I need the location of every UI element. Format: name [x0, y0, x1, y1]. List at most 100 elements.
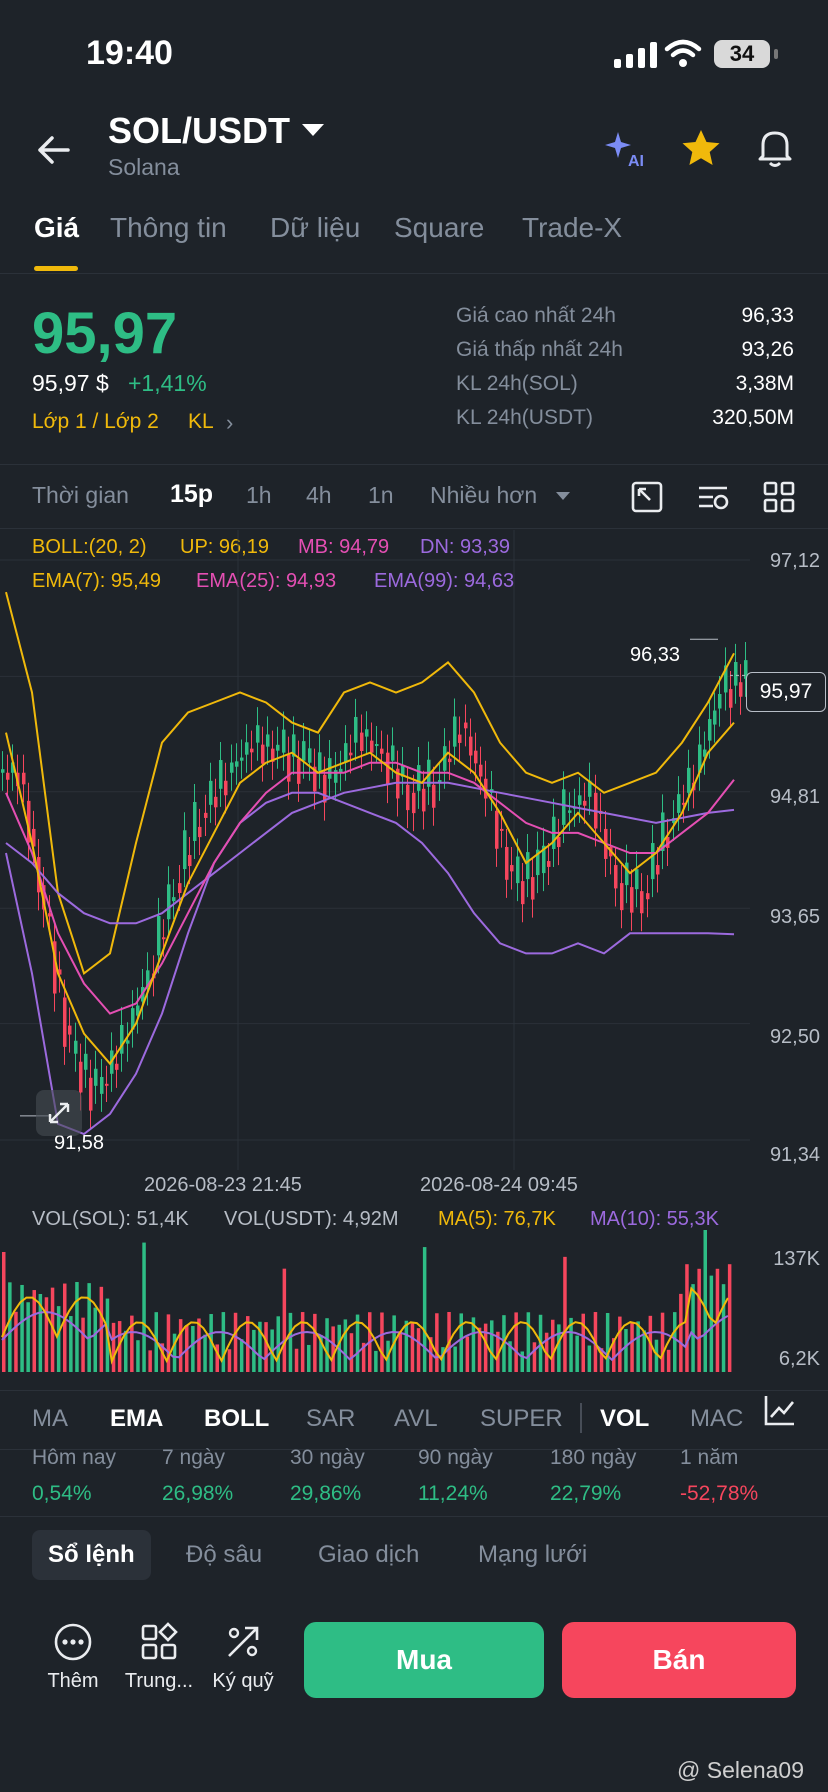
- kl-link[interactable]: KL: [188, 410, 214, 434]
- volume-bar: [203, 1334, 207, 1372]
- interval-1d[interactable]: 1n: [368, 482, 394, 509]
- volume-bar: [703, 1230, 707, 1372]
- candle: [1, 769, 5, 773]
- hub-label: Trung...: [124, 1670, 194, 1692]
- candle: [318, 752, 322, 771]
- volume-bar: [660, 1312, 665, 1372]
- pair-title[interactable]: SOL/USDT: [108, 110, 290, 152]
- tab-trades[interactable]: Giao dịch: [302, 1530, 435, 1580]
- y-axis-label: 97,12: [769, 550, 820, 572]
- candle: [349, 752, 353, 756]
- ind-tab-boll[interactable]: BOLL: [204, 1405, 269, 1433]
- candle: [656, 865, 660, 875]
- ind-tab-ema[interactable]: EMA: [110, 1405, 163, 1433]
- volume-bar: [239, 1339, 244, 1372]
- candle: [713, 710, 717, 725]
- expand-icon[interactable]: [36, 1090, 82, 1136]
- tab-price[interactable]: Giá: [34, 212, 79, 244]
- sell-button[interactable]: Bán: [562, 1622, 796, 1698]
- vol-y-label: 137K: [773, 1248, 820, 1270]
- chart-type-icon[interactable]: [762, 1392, 798, 1428]
- y-axis-label: 93,65: [769, 906, 820, 928]
- fullscreen-chart-icon[interactable]: [630, 480, 664, 514]
- margin-label: Ký quỹ: [212, 1670, 274, 1692]
- candle: [526, 852, 530, 880]
- interval-1h[interactable]: 1h: [246, 482, 272, 509]
- volume-bar: [679, 1293, 683, 1372]
- volume-bar: [264, 1322, 268, 1372]
- x-axis-label: 2026-08-24 09:45: [420, 1174, 578, 1196]
- active-tab-indicator: [34, 266, 78, 271]
- candle: [74, 1040, 78, 1054]
- layer-link[interactable]: Lớp 1 / Lớp 2: [32, 410, 159, 434]
- volume-bar: [294, 1348, 299, 1372]
- tab-square[interactable]: Square: [394, 212, 484, 244]
- perf-value: -52,78%: [680, 1482, 759, 1505]
- price-chart[interactable]: [0, 530, 828, 1170]
- ema99-line: [5, 781, 735, 925]
- status-time: 19:40: [86, 34, 173, 72]
- candle: [464, 722, 468, 729]
- chevron-down-icon[interactable]: [302, 124, 324, 136]
- volume-bar: [233, 1312, 238, 1372]
- more-button[interactable]: Thêm: [28, 1622, 118, 1693]
- ai-sparkle-icon[interactable]: AI: [604, 128, 648, 168]
- margin-button[interactable]: Ký quỹ: [198, 1622, 288, 1693]
- tab-order-book[interactable]: Sổ lệnh: [32, 1530, 151, 1580]
- candle: [287, 754, 291, 782]
- candle: [261, 744, 265, 764]
- ind-tab-sar[interactable]: SAR: [306, 1405, 355, 1433]
- candle: [198, 826, 202, 838]
- perf-label: Hôm nay: [32, 1446, 117, 1469]
- candle: [22, 772, 26, 785]
- divider: [580, 1403, 582, 1433]
- candle: [386, 752, 390, 786]
- candle: [219, 760, 223, 789]
- margin-icon: [228, 1626, 259, 1657]
- last-price: 95,97: [32, 301, 178, 366]
- volume-bar: [410, 1323, 415, 1372]
- grid-layout-icon[interactable]: [762, 480, 796, 514]
- hub-button[interactable]: Trung...: [114, 1622, 204, 1693]
- candle: [505, 846, 509, 880]
- candle: [323, 774, 327, 803]
- interval-4h[interactable]: 4h: [306, 482, 332, 509]
- volume-bar: [343, 1319, 348, 1372]
- tab-network[interactable]: Mạng lưới: [462, 1530, 603, 1580]
- volume-bar: [63, 1283, 67, 1372]
- ind-tab-super[interactable]: SUPER: [480, 1405, 563, 1433]
- volume-bar: [325, 1318, 329, 1372]
- back-arrow-icon[interactable]: [34, 130, 74, 170]
- ind-tab-vol[interactable]: VOL: [600, 1405, 649, 1433]
- favorite-star-icon[interactable]: [680, 128, 722, 168]
- candle: [718, 694, 722, 709]
- volume-bar: [483, 1323, 488, 1372]
- candle: [167, 884, 171, 920]
- perf-label: 30 ngày: [290, 1446, 365, 1469]
- interval-time[interactable]: Thời gian: [32, 482, 129, 509]
- chevron-right-icon[interactable]: ›: [226, 410, 233, 436]
- divider: [0, 464, 828, 465]
- volume-bar: [374, 1350, 378, 1372]
- ind-tab-ma[interactable]: MA: [32, 1405, 68, 1433]
- tab-depth[interactable]: Độ sâu: [170, 1530, 278, 1580]
- candle: [583, 800, 587, 806]
- tab-data[interactable]: Dữ liệu: [270, 212, 360, 244]
- chart-settings-icon[interactable]: [696, 480, 730, 514]
- ind-tab-macd[interactable]: MAC: [690, 1405, 743, 1433]
- x-axis-label: 2026-08-23 21:45: [144, 1174, 302, 1196]
- buy-button[interactable]: Mua: [304, 1622, 544, 1698]
- ind-tab-avl[interactable]: AVL: [394, 1405, 438, 1433]
- candle: [620, 883, 624, 911]
- tab-info[interactable]: Thông tin: [110, 212, 227, 244]
- bell-icon[interactable]: [756, 128, 794, 168]
- perf-value: 29,86%: [290, 1482, 362, 1505]
- divider: [0, 1516, 828, 1517]
- candle: [677, 794, 681, 813]
- interval-more[interactable]: Nhiều hơn: [430, 482, 537, 509]
- interval-15m[interactable]: 15p: [170, 480, 213, 509]
- candle: [510, 865, 514, 872]
- chevron-down-icon[interactable]: [556, 492, 570, 500]
- apps-grid-icon: [141, 1622, 178, 1660]
- tab-trade-x[interactable]: Trade-X: [522, 212, 622, 244]
